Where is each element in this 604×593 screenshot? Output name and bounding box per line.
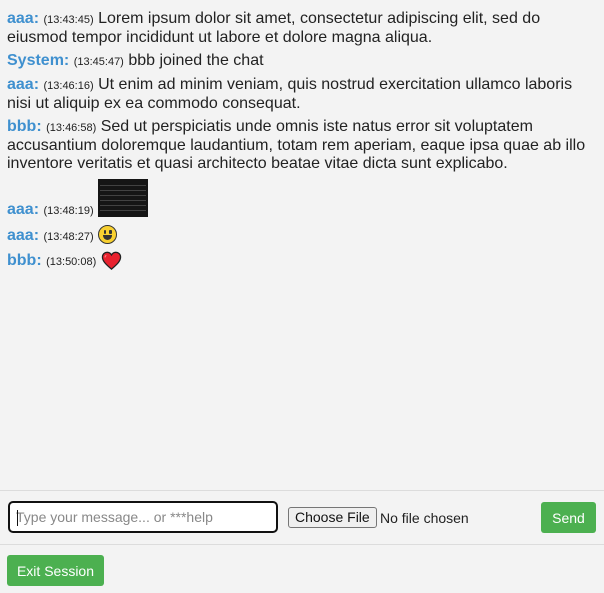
- message-username: bbb:: [7, 252, 42, 269]
- chat-message: System: (13:45:47) bbb joined the chat: [7, 52, 597, 71]
- image-thumbnail[interactable]: [98, 179, 149, 217]
- message-username: aaa:: [7, 76, 40, 93]
- text-caret: [17, 510, 18, 526]
- chat-message: aaa: (13:48:27): [7, 225, 597, 246]
- message-username: aaa:: [7, 10, 40, 27]
- message-timestamp: (13:43:45): [43, 14, 94, 26]
- message-text: bbb joined the chat: [128, 52, 264, 69]
- message-username: aaa:: [7, 201, 40, 218]
- exit-session-button[interactable]: Exit Session: [7, 555, 104, 586]
- message-timestamp: (13:46:58): [46, 122, 97, 134]
- message-timestamp: (13:48:27): [43, 231, 94, 243]
- chat-message: bbb: (13:50:08): [7, 251, 597, 275]
- chat-message: aaa: (13:46:16) Ut enim ad minim veniam,…: [7, 76, 597, 113]
- message-timestamp: (13:50:08): [46, 256, 97, 268]
- chat-message: aaa: (13:43:45) Lorem ipsum dolor sit am…: [7, 10, 597, 47]
- divider: [0, 544, 604, 545]
- message-timestamp: (13:46:16): [43, 80, 94, 92]
- smiley-icon: [98, 225, 118, 244]
- chat-message: bbb: (13:46:58) Sed ut perspiciatis unde…: [7, 118, 597, 173]
- message-username: System:: [7, 52, 70, 69]
- chat-message: aaa: (13:48:19): [7, 179, 597, 220]
- message-username: bbb:: [7, 118, 42, 135]
- file-status-label: No file chosen: [380, 510, 469, 526]
- message-timestamp: (13:48:19): [43, 205, 94, 217]
- composer-bar: Choose File No file chosen Send: [0, 491, 604, 544]
- message-input[interactable]: [8, 501, 278, 533]
- choose-file-button[interactable]: Choose File: [288, 507, 377, 528]
- chat-log: aaa: (13:43:45) Lorem ipsum dolor sit am…: [0, 0, 604, 490]
- message-username: aaa:: [7, 227, 40, 244]
- send-button[interactable]: Send: [541, 502, 596, 533]
- heart-icon: [101, 251, 122, 275]
- message-timestamp: (13:45:47): [73, 56, 124, 68]
